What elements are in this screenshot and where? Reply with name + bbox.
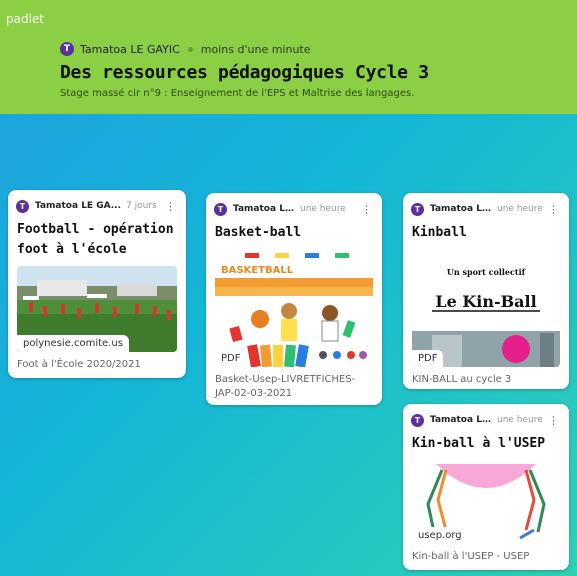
header-author-row: T Tamatoa LE GAYIC moins d'une minute bbox=[60, 42, 311, 56]
card-header: T Tamatoa LE ... une heure ⋮ bbox=[206, 193, 382, 217]
more-options-icon[interactable]: ⋮ bbox=[546, 415, 561, 426]
card-time: une heure bbox=[497, 204, 543, 214]
card-author[interactable]: Tamatoa LE GA... bbox=[35, 201, 121, 211]
card-title: Basket-ball bbox=[215, 225, 302, 240]
header-author-name[interactable]: Tamatoa LE GAYIC bbox=[80, 43, 180, 56]
pdf-preview[interactable]: BASKETBALL PDF bbox=[215, 251, 373, 367]
card-header: T Tamatoa LE ... une heure ⋮ bbox=[403, 193, 569, 217]
link-domain-badge: polynesie.comite.us bbox=[17, 335, 129, 352]
card-time: une heure bbox=[300, 204, 346, 214]
file-type-badge: PDF bbox=[412, 350, 444, 367]
card-header: T Tamatoa LE GA... 7 jours ⋮ bbox=[8, 190, 186, 214]
card-header: T Tamatoa LE ... une heure ⋮ bbox=[403, 404, 569, 428]
card-time: 7 jours bbox=[126, 201, 157, 211]
more-options-icon[interactable]: ⋮ bbox=[546, 204, 561, 215]
avatar[interactable]: T bbox=[411, 202, 424, 216]
page-title: Des ressources pédagogiques Cycle 3 bbox=[60, 62, 429, 83]
separator-dot bbox=[187, 46, 193, 52]
link-domain-badge: usep.org bbox=[412, 527, 468, 544]
more-options-icon[interactable]: ⋮ bbox=[163, 201, 178, 212]
post-card-kinball[interactable]: T Tamatoa LE ... une heure ⋮ Kinball Un … bbox=[403, 193, 569, 389]
avatar[interactable]: T bbox=[214, 202, 227, 216]
link-preview[interactable]: usep.org bbox=[412, 460, 560, 544]
card-title: Kinball bbox=[412, 225, 467, 240]
post-card-basketball[interactable]: T Tamatoa LE ... une heure ⋮ Basket-ball… bbox=[206, 193, 382, 405]
card-caption: Foot à l'École 2020/2021 bbox=[17, 359, 141, 370]
avatar[interactable]: T bbox=[16, 199, 29, 213]
wall-header: padlet T Tamatoa LE GAYIC moins d'une mi… bbox=[0, 0, 577, 114]
post-card-football[interactable]: T Tamatoa LE GA... 7 jours ⋮ Football - … bbox=[8, 190, 186, 378]
card-author[interactable]: Tamatoa LE ... bbox=[430, 204, 492, 214]
link-preview[interactable]: polynesie.comite.us bbox=[17, 266, 177, 352]
card-caption: Basket-Usep-LIVRETFICHES-JAP-02-03-2021 bbox=[215, 374, 356, 399]
card-author[interactable]: Tamatoa LE ... bbox=[430, 415, 492, 425]
padlet-logo[interactable]: padlet bbox=[6, 12, 44, 26]
avatar[interactable]: T bbox=[411, 413, 424, 427]
pdf-preview[interactable]: Un sport collectif Le Kin-Ball PDF bbox=[412, 251, 560, 367]
file-type-badge: PDF bbox=[215, 350, 247, 367]
page-subtitle: Stage massé cir n°9 : Enseignement de l'… bbox=[60, 88, 415, 99]
header-time: moins d'une minute bbox=[200, 42, 311, 56]
card-title: Football - opération foot à l'école bbox=[17, 222, 174, 257]
card-author[interactable]: Tamatoa LE ... bbox=[233, 204, 295, 214]
post-card-kinball-usep[interactable]: T Tamatoa LE ... une heure ⋮ Kin-ball à … bbox=[403, 404, 569, 570]
thumb-line-2: Le Kin-Ball bbox=[435, 292, 536, 311]
card-caption: Kin-ball à l'USEP - USEP bbox=[412, 551, 530, 562]
card-time: une heure bbox=[497, 415, 543, 425]
more-options-icon[interactable]: ⋮ bbox=[359, 204, 374, 215]
card-caption: KIN-BALL au cycle 3 bbox=[412, 374, 512, 385]
card-title: Kin-ball à l'USEP bbox=[412, 436, 546, 451]
thumb-heading: BASKETBALL bbox=[221, 265, 294, 276]
avatar[interactable]: T bbox=[60, 42, 74, 56]
thumb-line-1: Un sport collectif bbox=[447, 267, 526, 277]
